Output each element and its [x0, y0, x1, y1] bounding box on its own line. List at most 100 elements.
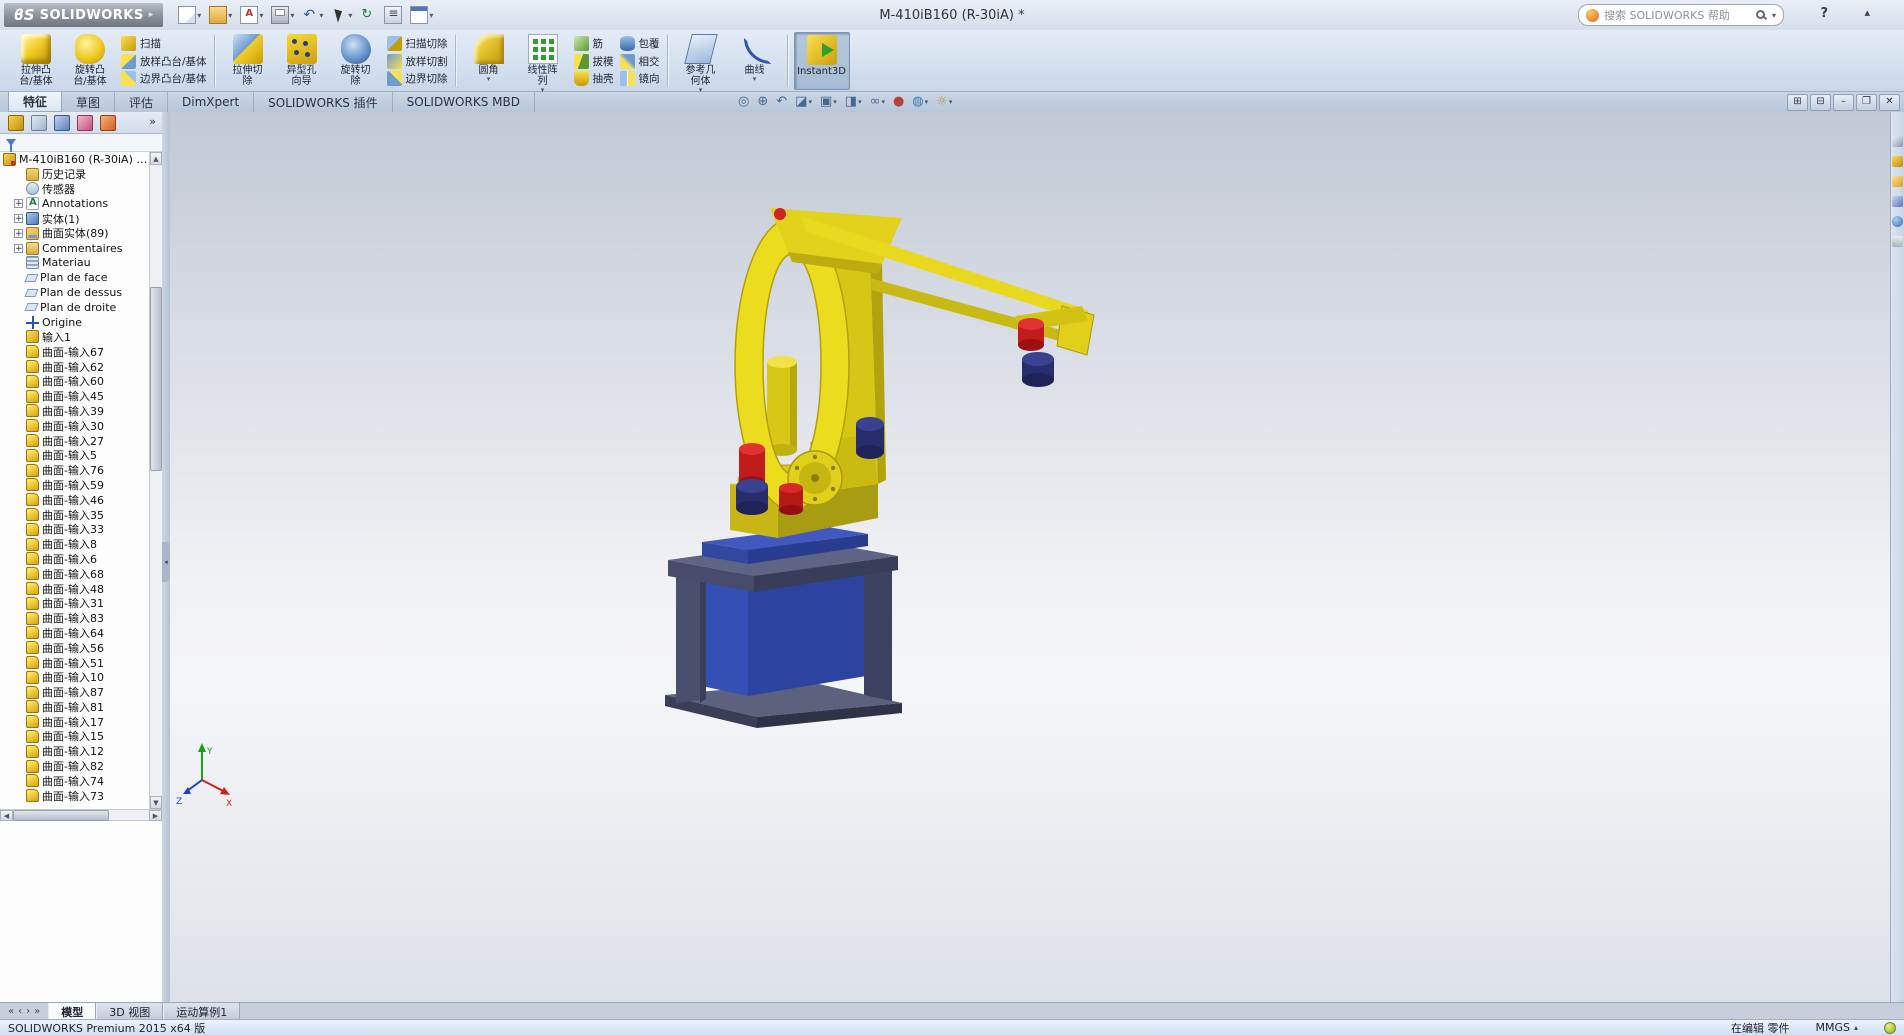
tree-item[interactable]: Plan de face: [0, 270, 149, 285]
tree-expand-toggle[interactable]: [14, 362, 23, 371]
scrollbar-thumb[interactable]: [150, 287, 162, 471]
tree-expand-toggle[interactable]: [14, 599, 23, 608]
tree-vertical-scrollbar[interactable]: ▲ ▼: [149, 152, 162, 809]
tree-expand-toggle[interactable]: [14, 584, 23, 593]
dropdown-arrow-icon[interactable]: ▾: [259, 11, 263, 20]
tree-expand-toggle[interactable]: [14, 791, 23, 800]
search-dropdown-icon[interactable]: ▾: [1772, 11, 1776, 20]
edit-appearance-button[interactable]: ●: [890, 93, 907, 111]
tree-expand-toggle[interactable]: +: [14, 244, 23, 253]
tree-item[interactable]: 曲面-输入6: [0, 552, 149, 567]
tree-item[interactable]: 曲面-输入74: [0, 773, 149, 788]
view-orientation-button[interactable]: ▣ ▾: [817, 93, 840, 111]
tab-solidworks-addins[interactable]: SOLIDWORKS 插件: [254, 92, 392, 112]
tree-expand-toggle[interactable]: [14, 377, 23, 386]
draft-button[interactable]: 拔模: [574, 53, 614, 70]
tree-item[interactable]: 曲面-输入10: [0, 670, 149, 685]
motion-study-tab[interactable]: 运动算例1: [163, 1003, 240, 1020]
tree-item[interactable]: 曲面-输入56: [0, 640, 149, 655]
tree-item[interactable]: 曲面-输入87: [0, 685, 149, 700]
dropdown-arrow-icon[interactable]: ▾: [197, 11, 201, 20]
tree-item[interactable]: 曲面-输入48: [0, 581, 149, 596]
tree-expand-toggle[interactable]: [14, 643, 23, 652]
tab-features[interactable]: 特征: [8, 92, 62, 112]
lofted-boss-button[interactable]: 放样凸台/基体: [121, 53, 207, 70]
units-selector[interactable]: MMGS ▴: [1815, 1021, 1858, 1034]
revolved-cut-button[interactable]: 旋转切除: [329, 32, 383, 90]
swept-boss-button[interactable]: 扫描: [121, 35, 207, 52]
window-minimize-button[interactable]: –: [1833, 94, 1854, 111]
dropdown-arrow-icon[interactable]: ▾: [881, 98, 885, 106]
tree-item[interactable]: + 实体(1): [0, 211, 149, 226]
tree-expand-toggle[interactable]: [14, 762, 23, 771]
tree-expand-toggle[interactable]: [14, 540, 23, 549]
tab-sketch[interactable]: 草图: [62, 92, 115, 112]
tree-item[interactable]: 曲面-输入73: [0, 788, 149, 803]
tree-root-item[interactable]: M-410iB160 (R-30iA) (Dé: [0, 152, 149, 167]
search-box[interactable]: 搜索 SOLIDWORKS 帮助 ▾: [1578, 4, 1784, 26]
tree-expand-toggle[interactable]: [14, 303, 23, 312]
tree-item[interactable]: 曲面-输入59: [0, 478, 149, 493]
scroll-next-button[interactable]: ›: [26, 1006, 30, 1017]
dropdown-arrow-icon[interactable]: ▾: [228, 11, 232, 20]
tree-expand-toggle[interactable]: [14, 184, 23, 193]
tree-item[interactable]: Origine: [0, 315, 149, 330]
linear-pattern-button[interactable]: 线性阵列 ▾: [516, 32, 570, 90]
rebuild-button[interactable]: [357, 5, 379, 25]
tree-expand-toggle[interactable]: [14, 288, 23, 297]
menu-flyout-icon[interactable]: ▸: [149, 10, 154, 20]
tree-item[interactable]: 曲面-输入64: [0, 626, 149, 641]
tree-item[interactable]: 曲面-输入30: [0, 418, 149, 433]
window-restore-button[interactable]: ❐: [1856, 94, 1877, 111]
panel-tabs-overflow-icon[interactable]: »: [149, 115, 156, 128]
scroll-right-icon[interactable]: ▶: [149, 810, 162, 821]
tree-item[interactable]: 曲面-输入31: [0, 596, 149, 611]
tree-item[interactable]: 曲面-输入68: [0, 566, 149, 581]
file-explorer-icon[interactable]: [1892, 176, 1903, 187]
zoom-fit-button[interactable]: ◎: [735, 93, 752, 111]
configurationmanager-tab[interactable]: [52, 113, 72, 133]
tree-expand-toggle[interactable]: [14, 258, 23, 267]
window-close-button[interactable]: ✕: [1879, 94, 1900, 111]
dropdown-arrow-icon[interactable]: ▾: [487, 76, 491, 82]
tree-item[interactable]: 曲面-输入76: [0, 463, 149, 478]
tree-expand-toggle[interactable]: [14, 466, 23, 475]
panel-collapse-handle[interactable]: ◂: [162, 542, 170, 582]
new-document-button[interactable]: ▾: [175, 4, 204, 26]
tree-expand-toggle[interactable]: [14, 347, 23, 356]
window-tile-button[interactable]: ⊟: [1810, 94, 1831, 111]
tree-expand-toggle[interactable]: [14, 392, 23, 401]
tree-item[interactable]: 曲面-输入15: [0, 729, 149, 744]
help-icon[interactable]: ?: [1820, 6, 1828, 21]
tree-item[interactable]: 历史记录: [0, 167, 149, 182]
dropdown-arrow-icon[interactable]: ▾: [348, 11, 352, 20]
tree-item[interactable]: 曲面-输入12: [0, 744, 149, 759]
dimxpertmanager-tab[interactable]: [75, 113, 95, 133]
appearances-icon[interactable]: [1892, 216, 1903, 227]
featuremanager-tab[interactable]: [6, 113, 26, 133]
tree-item[interactable]: Plan de droite: [0, 300, 149, 315]
tab-evaluate[interactable]: 评估: [115, 92, 168, 112]
section-view-button[interactable]: ◪ ▾: [792, 93, 815, 111]
tree-item[interactable]: Materiau: [0, 256, 149, 271]
tree-expand-toggle[interactable]: [14, 673, 23, 682]
tree-expand-toggle[interactable]: [14, 421, 23, 430]
robot-model-3d-view[interactable]: Y X Z: [170, 112, 1890, 1003]
tree-item[interactable]: 曲面-输入51: [0, 655, 149, 670]
tree-expand-toggle[interactable]: [14, 525, 23, 534]
curves-button[interactable]: 曲线 ▾: [728, 32, 782, 90]
tree-expand-toggle[interactable]: [14, 554, 23, 563]
displaymanager-tab[interactable]: [98, 113, 118, 133]
undo-button[interactable]: ▾: [299, 5, 326, 25]
swept-cut-button[interactable]: 扫描切除: [387, 35, 448, 52]
dropdown-arrow-icon[interactable]: ▾: [319, 11, 323, 20]
tab-solidworks-mbd[interactable]: SOLIDWORKS MBD: [393, 92, 535, 112]
tree-expand-toggle[interactable]: [14, 436, 23, 445]
tree-item[interactable]: 曲面-输入27: [0, 433, 149, 448]
tree-item[interactable]: 曲面-输入35: [0, 507, 149, 522]
propertymanager-tab[interactable]: [29, 113, 49, 133]
tree-expand-toggle[interactable]: [14, 451, 23, 460]
tree-item[interactable]: Plan de dessus: [0, 285, 149, 300]
extruded-boss-button[interactable]: 拉伸凸台/基体: [9, 32, 63, 90]
tree-expand-toggle[interactable]: [14, 170, 23, 179]
